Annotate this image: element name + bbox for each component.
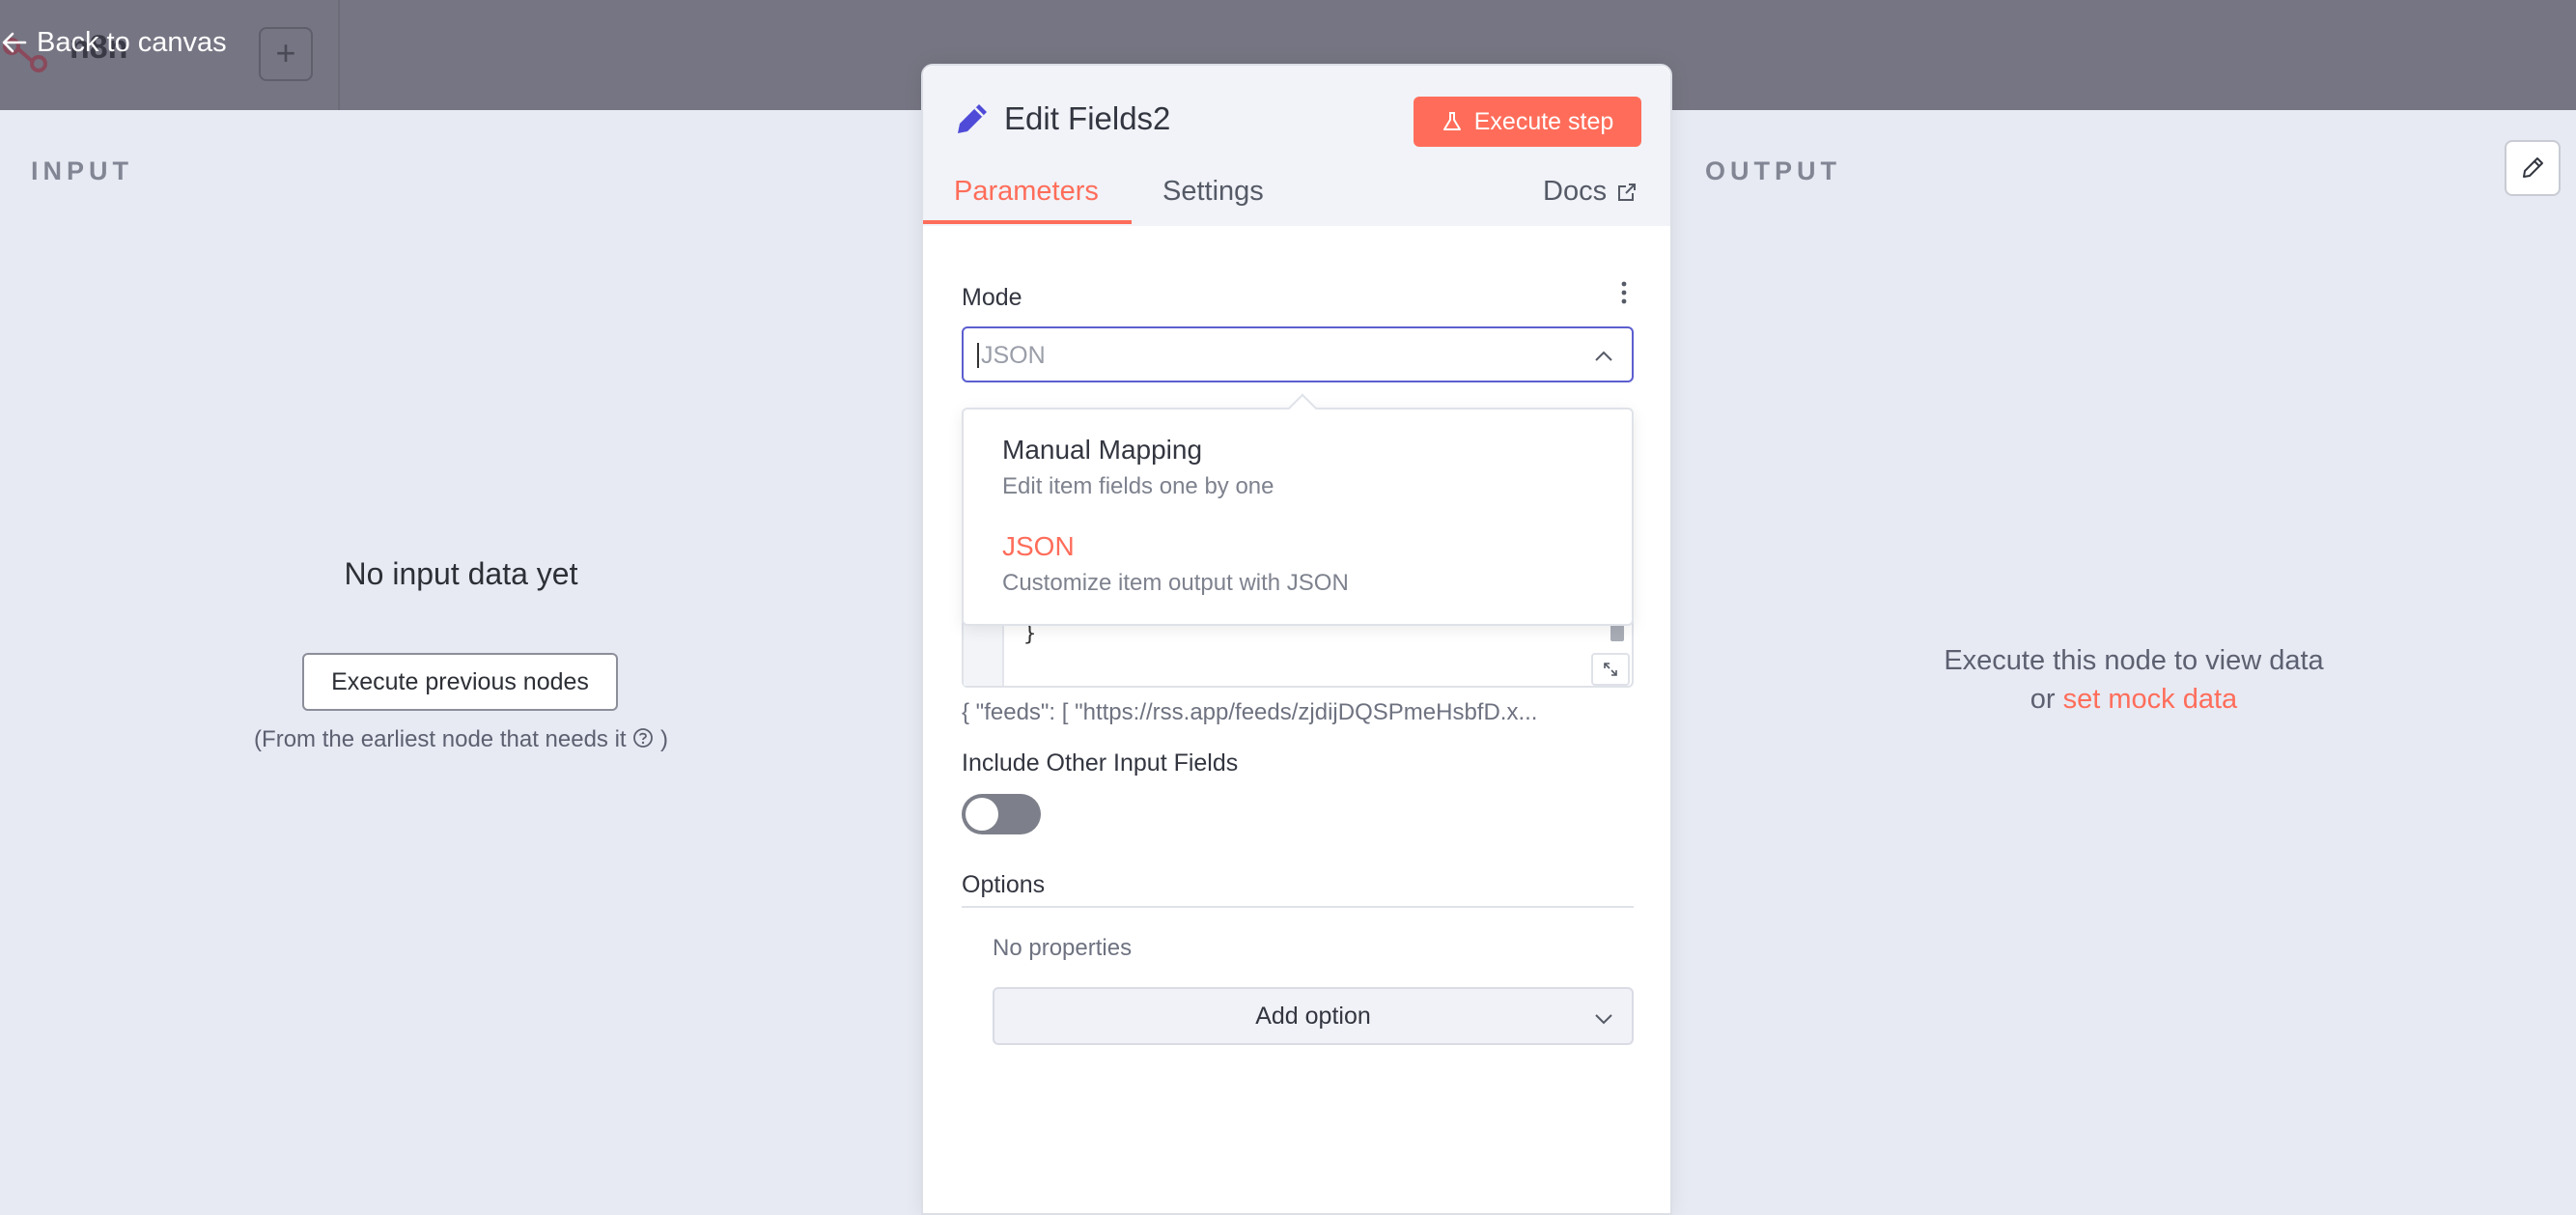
line-gutter xyxy=(964,620,1004,686)
or-text: or xyxy=(2030,684,2056,715)
option-description: Customize item output with JSON xyxy=(1002,570,1349,596)
no-input-title: No input data yet xyxy=(344,556,578,591)
mode-label: Mode xyxy=(962,284,1022,311)
option-title: Manual Mapping xyxy=(1002,435,1203,465)
set-mock-data-link[interactable]: set mock data xyxy=(2063,684,2238,715)
edit-output-button[interactable] xyxy=(2505,140,2561,196)
no-properties-text: No properties xyxy=(993,935,1133,961)
options-divider xyxy=(962,906,1634,908)
mode-dropdown: Manual Mapping Edit item fields one by o… xyxy=(962,408,1634,626)
tab-settings[interactable]: Settings xyxy=(1162,176,1264,219)
output-empty-message: Execute this node to view data or set mo… xyxy=(1738,641,2530,719)
docs-label: Docs xyxy=(1543,176,1608,207)
node-title[interactable]: Edit Fields2 xyxy=(1004,100,1170,137)
output-message: Execute this node to view data xyxy=(1944,645,2324,676)
docs-link[interactable]: Docs xyxy=(1543,176,1638,208)
node-editor: Edit Fields2 Execute step Parameters Set… xyxy=(921,64,1672,1215)
add-option-button[interactable]: Add option xyxy=(993,987,1634,1045)
json-preview: { "feeds": [ "https://rss.app/feeds/zjdi… xyxy=(962,699,1538,725)
note-end: ) xyxy=(659,726,668,752)
tab-parameters[interactable]: Parameters xyxy=(954,176,1099,219)
pencil-icon xyxy=(958,104,987,133)
expand-icon xyxy=(1604,663,1617,676)
option-json[interactable]: JSON Customize item output with JSON xyxy=(1002,531,1349,597)
flask-icon xyxy=(1442,112,1461,130)
question-circle-icon[interactable] xyxy=(632,727,654,749)
add-button[interactable]: + xyxy=(259,27,313,81)
chevron-down-icon xyxy=(1595,1014,1612,1025)
mode-select[interactable]: JSON xyxy=(962,326,1634,382)
option-description: Edit item fields one by one xyxy=(1002,473,1274,499)
include-other-fields-toggle[interactable] xyxy=(962,794,1041,834)
input-panel-label: INPUT xyxy=(31,156,133,185)
execute-step-button[interactable]: Execute step xyxy=(1414,97,1641,147)
divider xyxy=(338,0,340,110)
toggle-knob xyxy=(966,798,998,831)
text-caret xyxy=(977,343,979,368)
option-title: JSON xyxy=(1002,531,1075,561)
back-to-canvas-button[interactable]: Back to canvas xyxy=(0,23,227,62)
external-link-icon xyxy=(1618,183,1637,201)
expand-editor-button[interactable] xyxy=(1591,653,1630,686)
add-option-label: Add option xyxy=(1255,1002,1371,1030)
active-tab-indicator xyxy=(923,220,1132,224)
json-editor[interactable]: } xyxy=(962,620,1634,688)
output-panel-label: OUTPUT xyxy=(1705,156,1841,185)
execute-previous-nodes-button[interactable]: Execute previous nodes xyxy=(302,653,618,711)
include-other-fields-label: Include Other Input Fields xyxy=(962,749,1239,777)
pencil-icon xyxy=(2523,157,2543,178)
mode-selected-value: JSON xyxy=(981,342,1046,369)
back-label: Back to canvas xyxy=(37,26,227,58)
kebab-menu-icon[interactable] xyxy=(1616,278,1632,307)
editor-header: Edit Fields2 Execute step Parameters Set… xyxy=(923,66,1670,226)
chevron-up-icon xyxy=(1595,351,1612,361)
earliest-node-note: (From the earliest node that needs it ) xyxy=(0,726,922,753)
note-text: (From the earliest node that needs it xyxy=(254,726,627,752)
options-label: Options xyxy=(962,871,1046,898)
arrow-left-icon xyxy=(2,32,27,53)
execute-step-label: Execute step xyxy=(1473,107,1614,135)
option-manual-mapping[interactable]: Manual Mapping Edit item fields one by o… xyxy=(1002,435,1274,500)
